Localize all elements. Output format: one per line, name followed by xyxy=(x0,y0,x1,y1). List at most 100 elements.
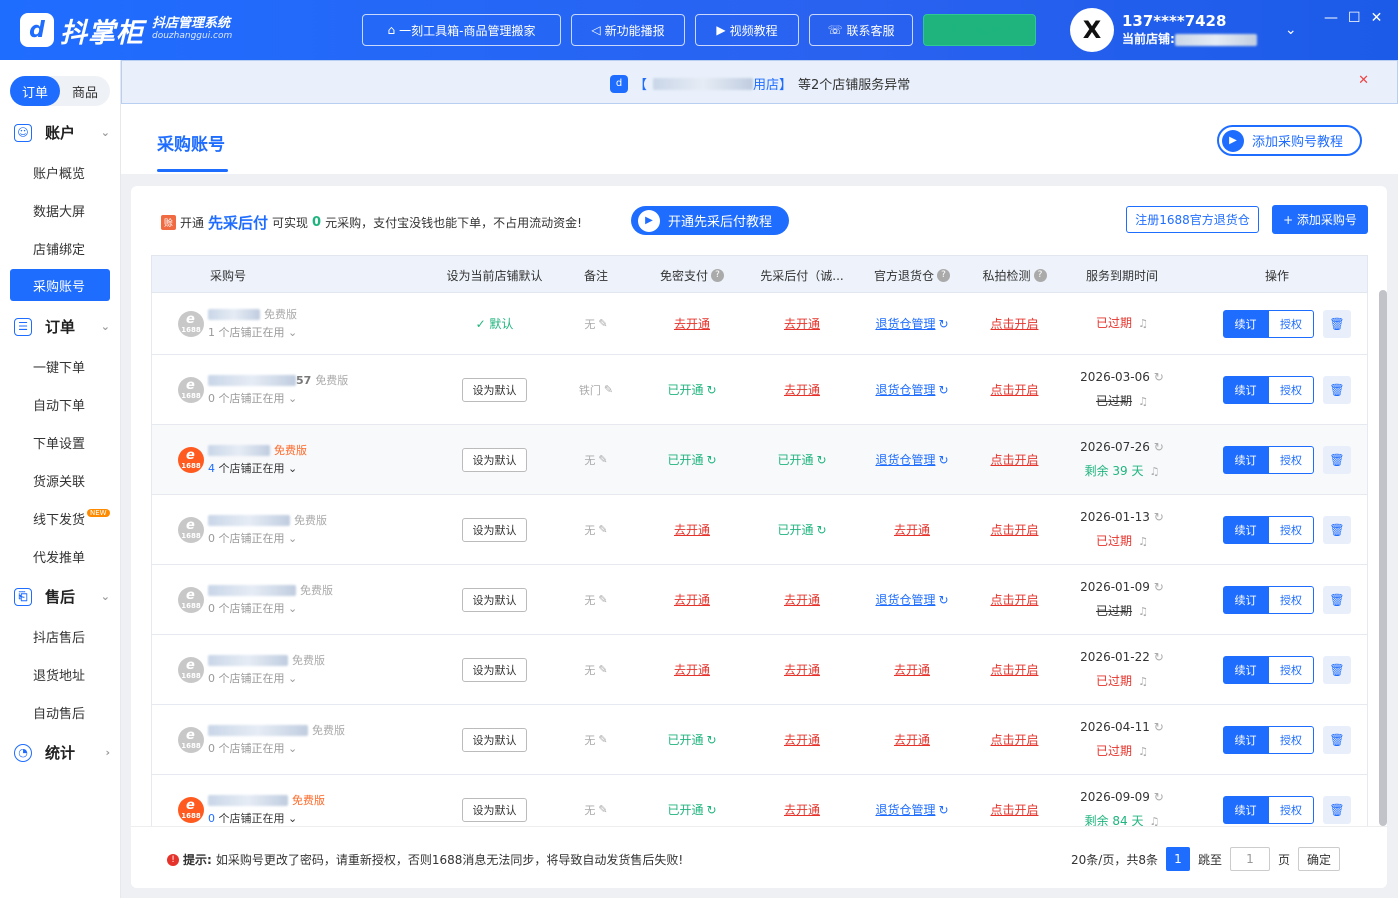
sidebar-item-account-overview[interactable]: 账户概览 xyxy=(10,156,110,188)
video-tutorial-button[interactable]: ▶ 视频教程 xyxy=(695,14,799,46)
private-detect-link[interactable]: 点击开启 xyxy=(990,315,1038,332)
authorize-button[interactable]: 授权 xyxy=(1268,795,1314,824)
set-default-button[interactable]: 设为默认 xyxy=(462,587,527,612)
pay-later-tutorial-button[interactable]: ▶ 开通先采后付教程 xyxy=(631,206,789,235)
private-detect-link[interactable]: 点击开启 xyxy=(990,661,1038,678)
free-pay-status[interactable]: 已开通 xyxy=(667,801,703,818)
return-warehouse-link[interactable]: 去开通 xyxy=(894,521,930,538)
bell-icon[interactable]: ♫ xyxy=(1138,745,1148,758)
free-pay-status[interactable]: 已开通 xyxy=(667,451,703,468)
refresh-icon[interactable]: ↻ xyxy=(938,593,948,607)
pay-later-status[interactable]: 去开通 xyxy=(784,591,820,608)
renew-button[interactable]: 续订 xyxy=(1223,375,1268,404)
private-detect-link[interactable]: 点击开启 xyxy=(990,801,1038,818)
private-detect-link[interactable]: 点击开启 xyxy=(990,731,1038,748)
free-pay-status[interactable]: 去开通 xyxy=(674,591,710,608)
refresh-icon[interactable]: ↻ xyxy=(816,523,826,537)
free-pay-status[interactable]: 已开通 xyxy=(667,731,703,748)
edit-icon[interactable]: ✎ xyxy=(598,453,607,466)
refresh-icon[interactable]: ↻ xyxy=(1154,580,1164,594)
pay-later-status[interactable]: 已开通 xyxy=(777,451,813,468)
authorize-button[interactable]: 授权 xyxy=(1268,375,1314,404)
edit-icon[interactable]: ✎ xyxy=(598,733,607,746)
help-icon[interactable]: ? xyxy=(1033,268,1047,282)
sidebar-item-auto-order[interactable]: 自动下单 xyxy=(10,388,110,420)
edit-icon[interactable]: ✎ xyxy=(598,663,607,676)
refresh-icon[interactable]: ↻ xyxy=(706,803,716,817)
refresh-icon[interactable]: ↻ xyxy=(1154,510,1164,524)
sidebar-group-account[interactable]: ☺ 账户 ⌄ xyxy=(14,122,110,143)
free-pay-status[interactable]: 去开通 xyxy=(674,521,710,538)
contact-support-button[interactable]: ☏ 联系客服 xyxy=(809,14,913,46)
sidebar-group-aftersale[interactable]: ⎗ 售后 ⌄ xyxy=(14,586,110,607)
bell-icon[interactable]: ♫ xyxy=(1138,605,1148,618)
delete-icon[interactable]: 🗑 xyxy=(1323,725,1351,754)
maximize-icon[interactable]: ☐ xyxy=(1348,10,1361,26)
sidebar-group-orders[interactable]: ☰ 订单 ⌄ xyxy=(14,316,110,337)
refresh-icon[interactable]: ↻ xyxy=(816,453,826,467)
chevron-down-icon[interactable]: ⌄ xyxy=(1285,22,1297,38)
edit-icon[interactable]: ✎ xyxy=(598,523,607,536)
jump-confirm-button[interactable]: 确定 xyxy=(1298,847,1340,871)
return-warehouse-link[interactable]: 退货仓管理 xyxy=(875,591,935,608)
sidebar-item-order-settings[interactable]: 下单设置 xyxy=(10,426,110,458)
stores-using[interactable]: 0 个店铺正在用 ⌄ xyxy=(208,670,325,688)
sidebar-item-return-address[interactable]: 退货地址 xyxy=(10,658,110,690)
set-default-button[interactable]: 设为默认 xyxy=(462,797,527,822)
refresh-icon[interactable]: ↻ xyxy=(1154,370,1164,384)
delete-icon[interactable]: 🗑 xyxy=(1323,585,1351,614)
scrollbar[interactable] xyxy=(1379,290,1387,826)
refresh-icon[interactable]: ↻ xyxy=(938,453,948,467)
close-icon[interactable]: ✕ xyxy=(1371,10,1383,26)
bell-icon[interactable]: ♫ xyxy=(1138,395,1148,408)
refresh-icon[interactable]: ↻ xyxy=(1154,650,1164,664)
return-warehouse-link[interactable]: 去开通 xyxy=(894,661,930,678)
free-pay-status[interactable]: 去开通 xyxy=(674,661,710,678)
authorize-button[interactable]: 授权 xyxy=(1268,725,1314,754)
delete-icon[interactable]: 🗑 xyxy=(1323,515,1351,544)
bell-icon[interactable]: ♫ xyxy=(1138,535,1148,548)
stores-using[interactable]: 0 个店铺正在用 ⌄ xyxy=(208,600,333,618)
delete-icon[interactable]: 🗑 xyxy=(1323,309,1351,338)
refresh-icon[interactable]: ↻ xyxy=(1154,790,1164,804)
private-detect-link[interactable]: 点击开启 xyxy=(990,381,1038,398)
register-return-warehouse-button[interactable]: 注册1688官方退货仓 xyxy=(1126,206,1259,233)
download-app-button[interactable]: ⇩ 下载APP xyxy=(923,14,1036,46)
toolbox-button[interactable]: ⌂ 一刻工具箱-商品管理搬家 xyxy=(362,14,561,46)
minimize-icon[interactable]: — xyxy=(1324,10,1338,26)
page-1-button[interactable]: 1 xyxy=(1165,847,1190,871)
stores-using[interactable]: 0 个店铺正在用 ⌄ xyxy=(208,390,348,408)
bell-icon[interactable]: ♫ xyxy=(1150,465,1160,478)
sidebar-item-purchase-accounts[interactable]: 采购账号 xyxy=(10,269,110,301)
sidebar-item-store-binding[interactable]: 店铺绑定 xyxy=(10,232,110,264)
return-warehouse-link[interactable]: 退货仓管理 xyxy=(875,451,935,468)
pay-later-status[interactable]: 去开通 xyxy=(784,731,820,748)
sidebar-group-stats[interactable]: ◔ 统计 › xyxy=(14,742,110,763)
free-pay-status[interactable]: 去开通 xyxy=(674,315,710,332)
help-icon[interactable]: ? xyxy=(937,268,950,282)
delete-icon[interactable]: 🗑 xyxy=(1323,655,1351,684)
stores-using[interactable]: 0 个店铺正在用 ⌄ xyxy=(208,740,345,758)
renew-button[interactable]: 续订 xyxy=(1223,585,1268,614)
free-pay-status[interactable]: 已开通 xyxy=(667,381,703,398)
new-features-button[interactable]: ◁ 新功能播报 xyxy=(571,14,685,46)
refresh-icon[interactable]: ↻ xyxy=(938,317,948,331)
sidebar-item-one-click-order[interactable]: 一键下单 xyxy=(10,350,110,382)
set-default-button[interactable]: 设为默认 xyxy=(462,517,527,542)
tab-orders[interactable]: 订单 xyxy=(10,76,60,106)
authorize-button[interactable]: 授权 xyxy=(1268,515,1314,544)
delete-icon[interactable]: 🗑 xyxy=(1323,375,1351,404)
return-warehouse-link[interactable]: 退货仓管理 xyxy=(875,315,935,332)
delete-icon[interactable]: 🗑 xyxy=(1323,445,1351,474)
sidebar-item-auto-aftersale[interactable]: 自动售后 xyxy=(10,696,110,728)
bell-icon[interactable]: ♫ xyxy=(1138,317,1148,330)
return-warehouse-link[interactable]: 退货仓管理 xyxy=(875,381,935,398)
stores-using[interactable]: 0 个店铺正在用 ⌄ xyxy=(208,530,327,548)
user-menu[interactable]: X 137****7428 当前店铺: ⌄ xyxy=(1070,8,1297,52)
renew-button[interactable]: 续订 xyxy=(1223,795,1268,824)
return-warehouse-link[interactable]: 退货仓管理 xyxy=(875,801,935,818)
refresh-icon[interactable]: ↻ xyxy=(938,803,948,817)
refresh-icon[interactable]: ↻ xyxy=(938,383,948,397)
authorize-button[interactable]: 授权 xyxy=(1268,309,1314,338)
pay-later-status[interactable]: 去开通 xyxy=(784,315,820,332)
